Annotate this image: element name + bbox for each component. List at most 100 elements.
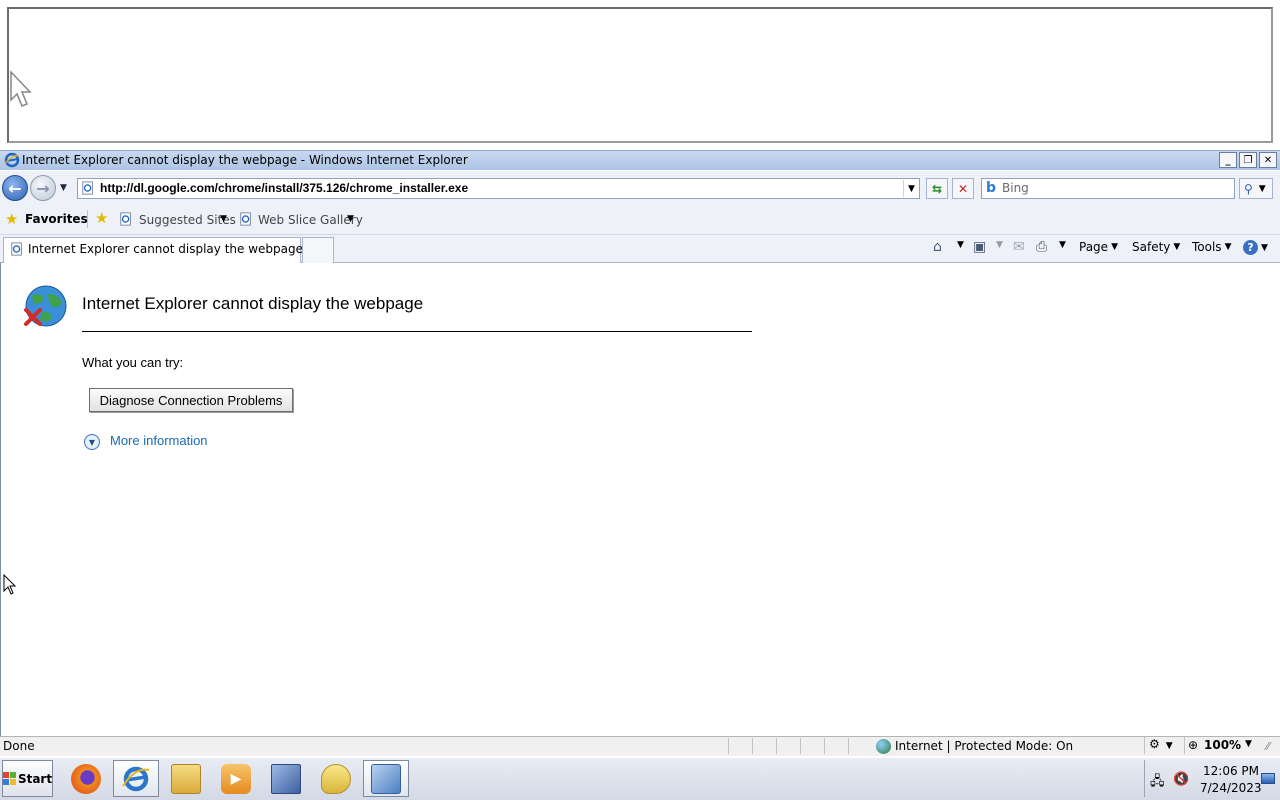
status-cell xyxy=(824,738,846,754)
show-desktop-icon[interactable] xyxy=(1261,773,1275,784)
forward-arrow-icon: → xyxy=(36,178,50,198)
status-cell xyxy=(728,738,750,754)
safety-menu[interactable]: Safety ▼ xyxy=(1132,240,1180,254)
status-cell xyxy=(776,738,798,754)
page-icon xyxy=(82,181,93,195)
address-url[interactable]: http://dl.google.com/chrome/install/375.… xyxy=(100,181,468,195)
taskbar-firefox[interactable] xyxy=(63,760,109,797)
resize-grip-icon[interactable]: ⁄⁄ xyxy=(1266,740,1270,753)
file-explorer-icon xyxy=(171,763,201,794)
taskbar-network-tool[interactable] xyxy=(263,760,309,797)
address-dropdown-icon[interactable]: ▼ xyxy=(903,180,919,197)
page-menu-label: Page xyxy=(1079,240,1109,254)
heading-rule xyxy=(82,331,752,332)
taskbar-messenger[interactable] xyxy=(313,760,359,797)
zoom-level[interactable]: 100% xyxy=(1204,738,1241,752)
page-icon xyxy=(120,212,131,226)
windows-logo-icon xyxy=(2,772,16,785)
stop-button[interactable]: ✕ xyxy=(952,178,974,199)
start-button[interactable]: Start xyxy=(2,760,53,797)
what-you-can-try-label: What you can try: xyxy=(82,355,184,370)
window-title: Internet Explorer cannot display the web… xyxy=(22,153,468,167)
minimize-icon: _ xyxy=(1225,154,1231,166)
help-icon: ? xyxy=(1243,240,1258,255)
status-bar xyxy=(0,736,1280,756)
taskbar-control-panel[interactable] xyxy=(363,760,409,797)
new-tab-button[interactable] xyxy=(302,237,334,263)
taskbar-file-explorer[interactable] xyxy=(163,760,209,797)
mouse-cursor-icon xyxy=(3,574,17,595)
page-icon xyxy=(240,212,251,226)
back-arrow-icon: ← xyxy=(8,178,22,198)
globe-error-icon xyxy=(24,285,67,327)
favorites-star-icon[interactable]: ★ xyxy=(5,210,18,228)
print-icon[interactable]: ⎙ xyxy=(1036,239,1047,255)
diagnose-connection-button[interactable]: Diagnose Connection Problems xyxy=(89,388,293,412)
close-icon: ✕ xyxy=(1263,154,1273,166)
recent-pages-dropdown[interactable]: ▼ xyxy=(60,183,67,193)
status-text: Done xyxy=(3,739,35,753)
mouse-cursor-icon xyxy=(10,70,32,107)
feeds-icon[interactable]: ▣ xyxy=(973,239,986,255)
media-player-icon: ▶ xyxy=(221,763,251,794)
page-menu[interactable]: Page ▼ xyxy=(1079,240,1118,254)
expand-chevron-icon[interactable]: ▼ xyxy=(84,434,100,450)
help-menu[interactable]: ? ▼ xyxy=(1243,240,1268,255)
security-zone-text[interactable]: Internet | Protected Mode: On xyxy=(895,739,1073,753)
control-panel-icon xyxy=(371,763,401,794)
error-heading: Internet Explorer cannot display the web… xyxy=(82,294,424,313)
home-dropdown[interactable]: ▼ xyxy=(957,240,964,250)
messenger-icon xyxy=(321,763,351,794)
start-label: Start xyxy=(17,771,53,786)
firefox-icon xyxy=(71,763,101,794)
tools-menu[interactable]: Tools ▼ xyxy=(1192,240,1231,254)
refresh-icon: ⇆ xyxy=(931,181,943,196)
chevron-down-icon: ▼ xyxy=(1165,741,1173,751)
chevron-down-icon: ▼ xyxy=(1111,242,1118,252)
feeds-dropdown[interactable]: ▼ xyxy=(996,240,1003,250)
print-dropdown[interactable]: ▼ xyxy=(1059,240,1066,250)
forward-button[interactable]: → xyxy=(30,175,56,201)
volume-muted-icon[interactable]: 🔇 xyxy=(1173,772,1189,787)
tools-menu-label: Tools xyxy=(1192,240,1222,254)
chevron-down-icon[interactable]: ▼ xyxy=(347,214,354,224)
add-to-favorites-icon[interactable]: ★ xyxy=(95,209,108,227)
favorites-button[interactable]: Favorites xyxy=(25,212,88,226)
restore-icon: ❐ xyxy=(1243,154,1253,166)
more-information-link[interactable]: More information xyxy=(110,433,208,448)
network-icon[interactable]: 🖧 xyxy=(1150,772,1165,794)
internet-explorer-icon xyxy=(122,766,150,791)
chevron-down-icon: ▼ xyxy=(957,240,964,250)
chevron-down-icon: ▼ xyxy=(1261,242,1268,253)
network-tool-icon xyxy=(271,763,301,794)
search-button[interactable]: ⚲ ▼ xyxy=(1239,178,1273,199)
chevron-down-icon: ▼ xyxy=(1059,240,1066,250)
status-cell xyxy=(800,738,822,754)
taskbar-media-player[interactable]: ▶ xyxy=(213,760,259,797)
chevron-down-icon[interactable]: ▼ xyxy=(220,214,227,224)
protected-mode-settings[interactable]: ⚙ ▼ xyxy=(1144,737,1184,754)
clock-date[interactable]: 7/24/2023 xyxy=(1200,781,1262,795)
home-icon[interactable]: ⌂ xyxy=(933,239,942,255)
search-input[interactable]: Bing xyxy=(1002,181,1029,195)
gear-icon: ⚙ xyxy=(1149,737,1160,751)
back-button[interactable]: ← xyxy=(2,175,28,201)
mail-icon[interactable]: ✉ xyxy=(1013,239,1025,255)
ie-logo-icon xyxy=(4,152,20,168)
minimize-button[interactable]: _ xyxy=(1219,152,1237,168)
chevron-down-icon[interactable]: ▼ xyxy=(1245,739,1252,749)
blank-frame xyxy=(7,7,1273,143)
tab-label[interactable]: Internet Explorer cannot display the web… xyxy=(28,242,303,256)
zoom-icon: ⊕ xyxy=(1188,738,1199,752)
refresh-button[interactable]: ⇆ xyxy=(926,178,948,199)
restore-button[interactable]: ❐ xyxy=(1239,152,1257,168)
status-cell xyxy=(848,738,870,754)
magnifier-icon: ⚲ xyxy=(1244,181,1253,196)
page-icon xyxy=(11,242,22,256)
bing-icon: b xyxy=(986,180,997,196)
chevron-down-icon: ▼ xyxy=(1224,242,1232,252)
stop-icon: ✕ xyxy=(957,181,969,196)
clock-time[interactable]: 12:06 PM xyxy=(1203,764,1259,778)
taskbar-internet-explorer[interactable] xyxy=(113,760,159,797)
close-button[interactable]: ✕ xyxy=(1259,152,1277,168)
